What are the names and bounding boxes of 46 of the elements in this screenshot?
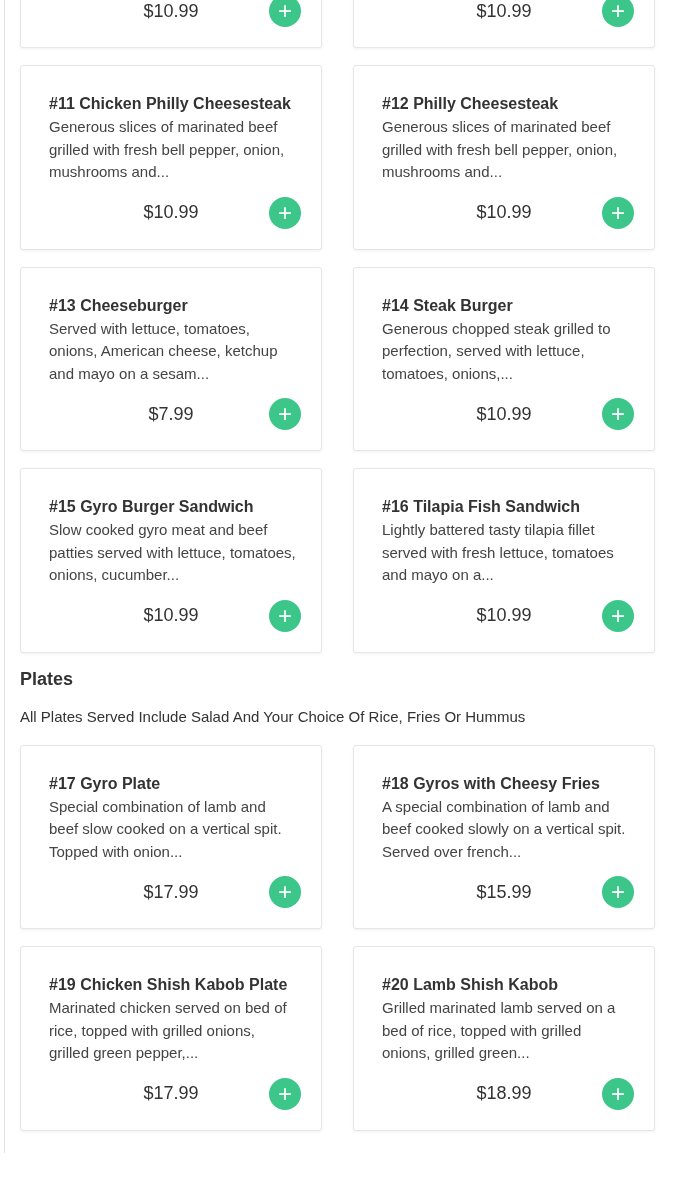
item-description: Marinated chicken served on bed of rice, topped with grilled onions, grilled green pepper,... [49,998,288,1063]
item-name: #15 Gyro Burger Sandwich [49,497,255,516]
menu-item-card[interactable]: #12 Philly Cheesesteak Generous slices of marinated beef grilled with fresh bell pepper, onion, mushrooms and... $10.99 + [353,65,655,250]
menu-item-card[interactable]: #19 Chicken Shish Kabob Plate Marinated chicken served on bed of rice, topped with grilled onions, grilled green pepper,... $17.99 + [20,946,322,1131]
item-price: $17.99 [143,880,199,904]
section-title: Plates [20,667,75,691]
item-name: #19 Chicken Shish Kabob Plate [49,975,289,994]
menu-item-card[interactable]: $10.99 + [20,0,322,48]
item-name: #12 Philly Cheesesteak [382,94,560,113]
item-description: Generous chopped steak grilled to perfection, served with lettuce, tomatoes, onions,... [382,318,612,384]
menu-item-card[interactable]: #17 Gyro Plate Special combination of lamb and beef slow cooked on a vertical spit. Topped with onion... $17.99 + [20,744,322,929]
item-description: Served with lettuce, tomatoes, onions, American cheese, ketchup and mayo on a sesam... [49,318,279,384]
item-price: $10.99 [476,402,532,426]
item-description: Special combination of lamb and beef slow cooked on a vertical spit. Topped with onion... [49,796,283,862]
item-name: #16 Tilapia Fish Sandwich [382,497,581,516]
item-price: $10.99 [143,0,199,23]
item-description: Generous slices of marinated beef grilled with fresh bell pepper, onion, mushrooms and... [382,117,619,182]
item-price: $10.99 [476,0,532,23]
item-name: #17 Gyro Plate [49,773,162,793]
item-price: $17.99 [143,1082,199,1105]
item-description: Slow cooked gyro meat and beef patties served with lettuce, tomatoes, onions, cucumber... [49,520,297,585]
menu-item-card[interactable]: #18 Gyros with Cheesy Fries A special combination of lamb and beef cooked slowly on a vertical spit. Served over french... $15.99 + [353,744,655,929]
item-name: #11 Chicken Philly Cheesesteak [49,94,292,113]
item-description: Grilled marinated lamb served on a bed of rice, topped with grilled onions, grilled green... [382,998,617,1063]
menu-item-card[interactable]: #15 Gyro Burger Sandwich Slow cooked gyro meat and beef patties served with lettuce, tomatoes, onions, cucumber... $10.99 + [20,468,322,653]
menu-item-card[interactable]: #20 Lamb Shish Kabob Grilled marinated lamb served on a bed of rice, topped with grilled onions, grilled green... $18.99 + [353,946,655,1131]
menu-item-card[interactable]: #14 Steak Burger Generous chopped steak grilled to perfection, served with lettuce, tomatoes, onions,... $10.99 + [353,266,655,451]
item-price: $10.99 [143,604,199,627]
item-name: #18 Gyros with Cheesy Fries [382,773,601,793]
menu-item-card[interactable]: #16 Tilapia Fish Sandwich Lightly battered tasty tilapia fillet served with fresh lettuce, tomatoes and mayo on a... $10.99 + [353,468,655,653]
section-subtitle: All Plates Served Include Salad And Your Choice Of Rice, Fries Or Hummus [20,706,527,727]
item-name: #14 Steak Burger [382,295,514,315]
menu-item-card[interactable]: $10.99 + [353,0,655,48]
item-name: #13 Cheeseburger [49,295,189,315]
item-price: $10.99 [143,201,199,224]
item-price: $7.99 [148,402,194,426]
item-description: A special combination of lamb and beef cooked slowly on a vertical spit. Served over french... [382,796,627,862]
item-price: $10.99 [476,604,532,627]
item-price: $18.99 [476,1082,532,1105]
menu-item-card[interactable]: #13 Cheeseburger Served with lettuce, tomatoes, onions, American cheese, ketchup and mayo on a sesam... $7.99 + [20,266,322,451]
item-name: #20 Lamb Shish Kabob [382,975,560,994]
item-description: Lightly battered tasty tilapia fillet served with fresh lettuce, tomatoes and mayo on a... [382,520,615,585]
item-price: $10.99 [476,201,532,224]
item-price: $15.99 [476,880,532,904]
menu-item-card[interactable]: #11 Chicken Philly Cheesesteak Generous slices of marinated beef grilled with fresh bell pepper, onion, mushrooms and... $10.99 + [20,65,322,250]
item-description: Generous slices of marinated beef grilled with fresh bell pepper, onion, mushrooms and... [49,117,286,182]
